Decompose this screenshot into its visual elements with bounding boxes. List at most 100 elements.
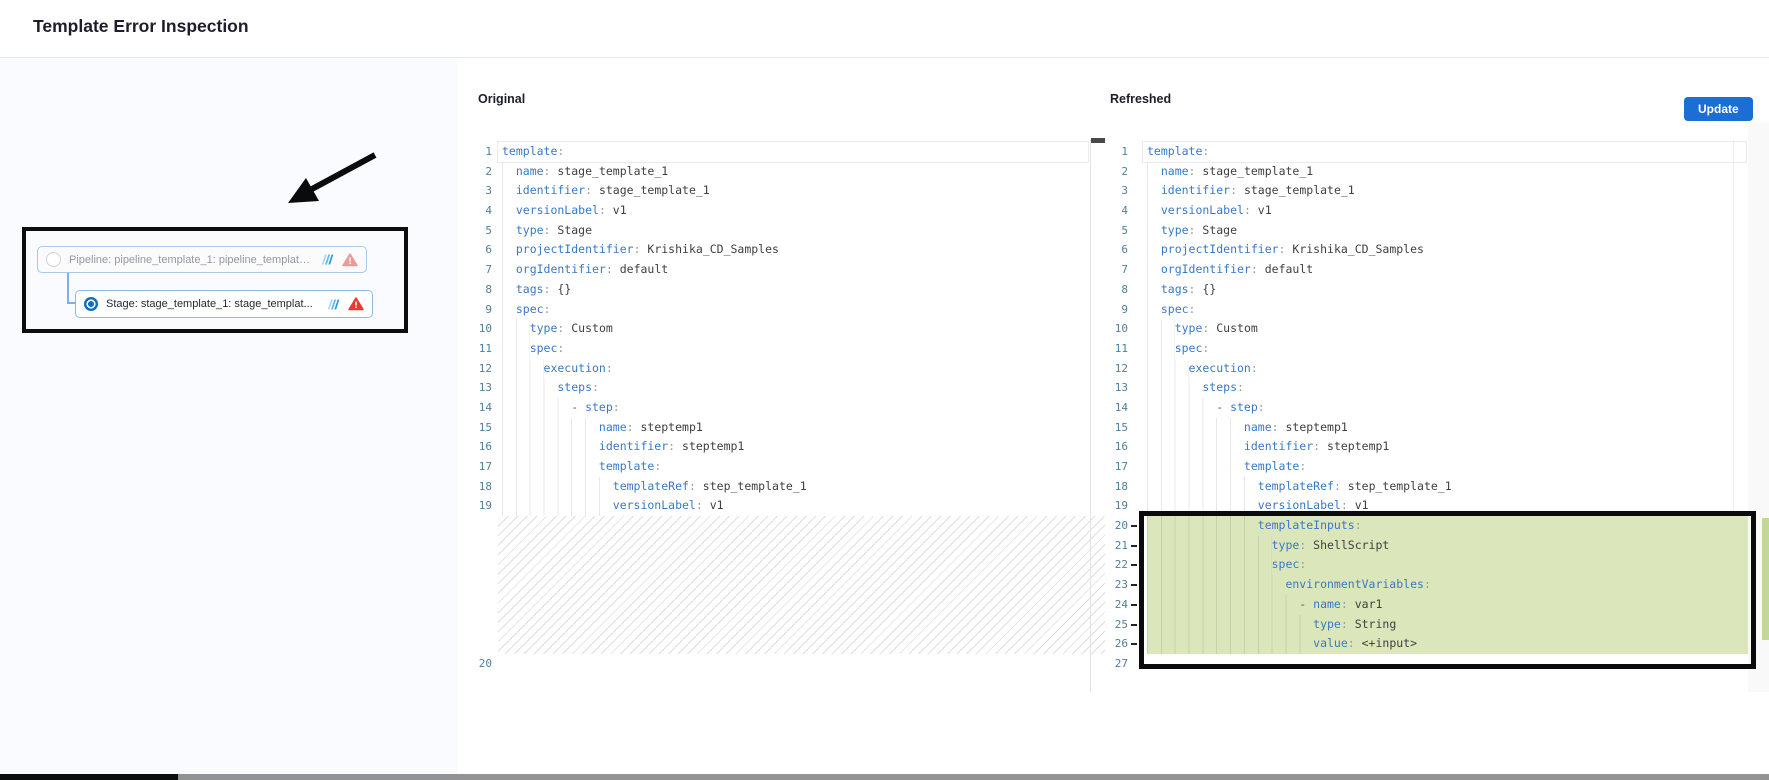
code-line[interactable]: 4versionLabel: v1 <box>1104 201 1764 221</box>
indent-guides <box>1147 280 1161 300</box>
code-text: orgIdentifier: default <box>502 260 668 280</box>
code-text: identifier: stage_template_1 <box>1147 181 1355 201</box>
line-number: 11 <box>1104 339 1128 359</box>
code-text: templateRef: step_template_1 <box>1147 477 1452 497</box>
code-line[interactable]: 1template: <box>468 142 1088 162</box>
code-line[interactable]: 9spec: <box>468 300 1088 320</box>
code-line[interactable]: 11spec: <box>468 339 1088 359</box>
code-line[interactable]: 2name: stage_template_1 <box>1104 162 1764 182</box>
code-line[interactable]: 16identifier: steptemp1 <box>468 437 1088 457</box>
code-text: versionLabel: v1 <box>1147 201 1272 221</box>
code-text: - step: <box>1147 398 1265 418</box>
code-line[interactable]: 7orgIdentifier: default <box>468 260 1088 280</box>
code-line[interactable]: 13steps: <box>468 378 1088 398</box>
line-number: 22 <box>1104 555 1128 575</box>
code-line[interactable]: 4versionLabel: v1 <box>468 201 1088 221</box>
line-number: 20 <box>468 654 492 674</box>
indent-guides <box>502 457 599 477</box>
indent-guides <box>1147 457 1244 477</box>
line-number: 23 <box>1104 575 1128 595</box>
indent-guides <box>1147 260 1161 280</box>
code-line[interactable]: 20 <box>468 654 1088 674</box>
line-number: 3 <box>1104 181 1128 201</box>
horizontal-scrollbar-thumb[interactable] <box>0 774 178 780</box>
code-line[interactable]: 17template: <box>1104 457 1764 477</box>
tree-node-pipeline[interactable]: Pipeline: pipeline_template_1: pipeline_… <box>37 246 367 273</box>
line-number: 9 <box>1104 300 1128 320</box>
indent-guides <box>1147 300 1161 320</box>
line-number: 8 <box>468 280 492 300</box>
indent-guides <box>502 339 530 359</box>
code-text: steps: <box>1147 378 1244 398</box>
radio-unselected[interactable] <box>46 252 61 267</box>
code-line[interactable]: 7orgIdentifier: default <box>1104 260 1764 280</box>
code-line[interactable]: 16identifier: steptemp1 <box>1104 437 1764 457</box>
code-text: execution: <box>502 359 613 379</box>
tree-connector <box>67 273 69 304</box>
code-line[interactable]: 14 - step: <box>1104 398 1764 418</box>
line-number: 17 <box>468 457 492 477</box>
line-number: 7 <box>1104 260 1128 280</box>
line-number: 10 <box>1104 319 1128 339</box>
line-number: 5 <box>1104 221 1128 241</box>
code-line[interactable]: 2name: stage_template_1 <box>468 162 1088 182</box>
code-text: identifier: steptemp1 <box>1147 437 1389 457</box>
code-text: name: steptemp1 <box>502 418 703 438</box>
code-line[interactable]: 18templateRef: step_template_1 <box>1104 477 1764 497</box>
template-icon <box>327 298 340 311</box>
code-line[interactable]: 1 template: <box>1104 142 1764 162</box>
code-text: versionLabel: v1 <box>502 496 724 516</box>
code-line[interactable]: 14- step: <box>468 398 1088 418</box>
code-line[interactable]: 8tags: {} <box>468 280 1088 300</box>
tree-node-stage[interactable]: Stage: stage_template_1: stage_templat..… <box>75 290 373 318</box>
radio-selected[interactable] <box>84 297 98 311</box>
indent-guides <box>502 378 557 398</box>
code-text: template: <box>1147 142 1209 162</box>
code-text: template: <box>502 457 661 477</box>
line-number: 14 <box>1104 398 1128 418</box>
horizontal-scrollbar-track[interactable] <box>0 774 1769 780</box>
code-line[interactable]: 10type: Custom <box>1104 319 1764 339</box>
indent-guides <box>1147 437 1244 457</box>
code-text: template: <box>502 142 564 162</box>
code-text: name: steptemp1 <box>1147 418 1348 438</box>
line-number: 5 <box>468 221 492 241</box>
line-number: 21 <box>1104 536 1128 556</box>
code-line[interactable]: 9spec: <box>1104 300 1764 320</box>
code-line[interactable]: 6projectIdentifier: Krishika_CD_Samples <box>1104 240 1764 260</box>
code-line[interactable]: 15name: steptemp1 <box>468 418 1088 438</box>
code-text: spec: <box>502 300 550 320</box>
indent-guides <box>502 418 599 438</box>
code-line[interactable]: 19versionLabel: v1 <box>468 496 1088 516</box>
code-line[interactable]: 12 execution: <box>468 359 1088 379</box>
code-line[interactable]: 18templateRef: step_template_1 <box>468 477 1088 497</box>
code-text: - step: <box>502 398 620 418</box>
code-line[interactable]: 17 template: <box>468 457 1088 477</box>
update-button[interactable]: Update <box>1684 97 1753 121</box>
code-text: type: Custom <box>502 319 613 339</box>
line-number: 20 <box>1104 516 1128 536</box>
code-line[interactable]: 15name: steptemp1 <box>1104 418 1764 438</box>
template-icon <box>321 253 334 266</box>
annotation-arrow <box>240 125 420 215</box>
code-line[interactable]: 5type: Stage <box>1104 221 1764 241</box>
line-number: 6 <box>1104 240 1128 260</box>
code-line[interactable]: 13steps: <box>1104 378 1764 398</box>
code-line[interactable]: 12execution: <box>1104 359 1764 379</box>
indent-guides <box>502 398 571 418</box>
line-number: 2 <box>1104 162 1128 182</box>
code-line[interactable]: 10type: Custom <box>468 319 1088 339</box>
indent-guides <box>1147 181 1161 201</box>
line-number: 12 <box>468 359 492 379</box>
code-line[interactable]: 8tags: {} <box>1104 280 1764 300</box>
indent-guides <box>1147 477 1258 497</box>
code-line[interactable]: 11spec: <box>1104 339 1764 359</box>
line-number: 1 <box>1104 142 1128 162</box>
code-line[interactable]: 5type: Stage <box>468 221 1088 241</box>
code-line[interactable]: 3identifier: stage_template_1 <box>468 181 1088 201</box>
diff-editor-sash[interactable] <box>1090 139 1091 692</box>
original-code-editor[interactable]: 1template:2name: stage_template_13identi… <box>468 142 1088 674</box>
code-line[interactable]: 3 identifier: stage_template_1 <box>1104 181 1764 201</box>
code-line[interactable]: 6projectIdentifier: Krishika_CD_Samples <box>468 240 1088 260</box>
line-number: 17 <box>1104 457 1128 477</box>
